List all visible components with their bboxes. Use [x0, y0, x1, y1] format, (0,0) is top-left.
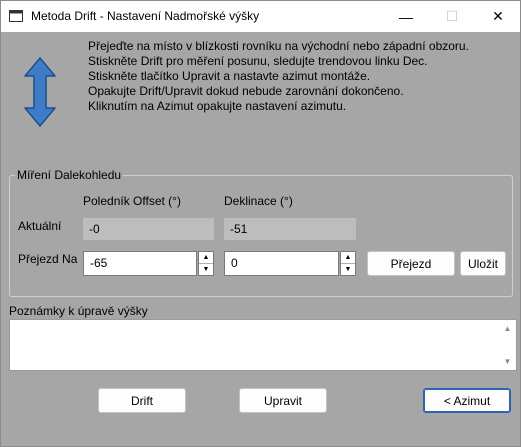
- instruction-line: Stiskněte Drift pro měření posunu, sledu…: [88, 54, 428, 68]
- current-meridian-value: -0: [83, 218, 214, 240]
- maximize-button: ☐: [429, 1, 475, 32]
- instruction-line: Stiskněte tlačítko Upravit a nastavte az…: [88, 69, 371, 83]
- slew-declination-input[interactable]: 0: [224, 251, 339, 276]
- minimize-button[interactable]: —: [383, 1, 429, 32]
- current-declination-value: -51: [224, 218, 356, 240]
- slew-button[interactable]: Přejezd: [367, 251, 455, 276]
- spin-down-icon[interactable]: ▼: [199, 264, 213, 275]
- close-icon: ✕: [492, 8, 504, 24]
- instruction-line: Přejeďte na místo v blízkosti rovníku na…: [88, 39, 469, 53]
- close-button[interactable]: ✕: [475, 1, 521, 32]
- minimize-icon: —: [399, 8, 413, 25]
- instructions: Přejeďte na místo v blízkosti rovníku na…: [88, 39, 469, 114]
- adjust-button[interactable]: Upravit: [239, 388, 327, 413]
- current-row-label: Aktuální: [18, 219, 62, 233]
- app-icon: [9, 10, 23, 22]
- instruction-line: Kliknutím na Azimut opakujte nastavení a…: [88, 99, 347, 113]
- up-down-arrow-icon: [24, 57, 56, 127]
- slew-meridian-spinner[interactable]: ▲ ▼: [198, 251, 214, 276]
- scroll-down-icon[interactable]: ▼: [499, 353, 516, 370]
- maximize-icon: ☐: [445, 8, 459, 24]
- declination-column-header: Deklinace (°): [224, 194, 293, 208]
- window-title: Metoda Drift - Nastavení Nadmořské výšky: [31, 9, 260, 23]
- title-bar: Metoda Drift - Nastavení Nadmořské výšky…: [1, 1, 520, 32]
- notes-textarea[interactable]: ▲ ▼: [9, 319, 517, 371]
- pointing-group-title: Míření Dalekohledu: [15, 168, 124, 182]
- slew-meridian-input[interactable]: -65: [83, 251, 197, 276]
- instruction-line: Opakujte Drift/Upravit dokud nebude zaro…: [88, 84, 404, 98]
- save-button[interactable]: Uložit: [460, 251, 506, 276]
- notes-label: Poznámky k úpravě výšky: [9, 304, 148, 318]
- alignment-dialog: Metoda Drift - Nastavení Nadmořské výšky…: [0, 0, 521, 447]
- drift-button[interactable]: Drift: [98, 388, 186, 413]
- spin-up-icon[interactable]: ▲: [341, 252, 355, 264]
- slew-declination-spinner[interactable]: ▲ ▼: [340, 251, 356, 276]
- slew-to-row-label: Přejezd Na: [18, 252, 78, 266]
- meridian-column-header: Poledník Offset (°): [83, 194, 181, 208]
- azimuth-button[interactable]: < Azimut: [423, 388, 511, 413]
- scroll-up-icon[interactable]: ▲: [499, 320, 516, 337]
- spin-up-icon[interactable]: ▲: [199, 252, 213, 264]
- spin-down-icon[interactable]: ▼: [341, 264, 355, 275]
- notes-scrollbar[interactable]: ▲ ▼: [499, 320, 516, 370]
